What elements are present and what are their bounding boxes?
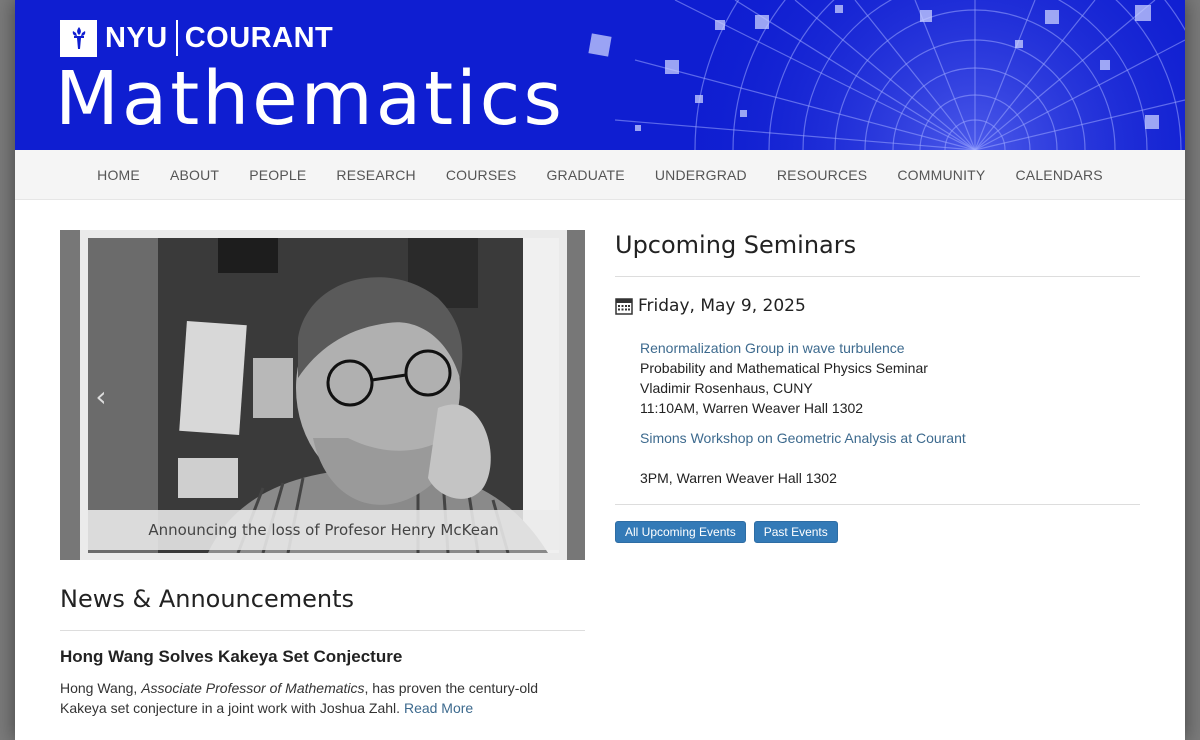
nav-item-resources[interactable]: RESOURCES	[762, 167, 882, 183]
event-speaker: Vladimir Rosenhaus, CUNY	[640, 380, 813, 396]
main-nav: HOME ABOUT PEOPLE RESEARCH COURSES GRADU…	[15, 150, 1185, 200]
header-banner: NYU COURANT Mathematics	[15, 0, 1185, 150]
news-headline[interactable]: Hong Wang Solves Kakeya Set Conjecture	[60, 647, 402, 667]
news-carousel: ‹ Announcing the loss of Profesor Henry …	[60, 230, 585, 560]
divider	[615, 276, 1140, 277]
nav-item-people[interactable]: PEOPLE	[234, 167, 321, 183]
nyu-courant-logo[interactable]: NYU COURANT	[60, 18, 333, 58]
page: NYU COURANT Mathematics HOME ABOUT PEOPL…	[15, 0, 1185, 740]
event-title-link[interactable]: Simons Workshop on Geometric Analysis at…	[640, 430, 966, 446]
logo-courant-text: COURANT	[184, 21, 334, 54]
seminar-event: Simons Workshop on Geometric Analysis at…	[640, 428, 1140, 488]
past-events-button[interactable]: Past Events	[753, 521, 838, 543]
carousel-caption[interactable]: Announcing the loss of Profesor Henry Mc…	[80, 510, 567, 550]
nav-item-courses[interactable]: COURSES	[431, 167, 532, 183]
event-series	[640, 448, 1140, 468]
site-title[interactable]: Mathematics	[55, 62, 565, 136]
calendar-icon	[615, 298, 633, 315]
nav-item-undergrad[interactable]: UNDERGRAD	[640, 167, 762, 183]
nav-item-home[interactable]: HOME	[82, 167, 155, 183]
nav-item-graduate[interactable]: GRADUATE	[531, 167, 639, 183]
seminar-date-row: Friday, May 9, 2025	[615, 296, 806, 316]
event-time-place: 3PM, Warren Weaver Hall 1302	[640, 470, 837, 486]
event-title-link[interactable]: Renormalization Group in wave turbulence	[640, 340, 905, 356]
chevron-left-icon: ‹	[95, 380, 107, 413]
seminar-event: Renormalization Group in wave turbulence…	[640, 338, 1140, 418]
portrait-illustration	[88, 238, 559, 553]
carousel-prev-button[interactable]: ‹	[88, 380, 114, 414]
logo-nyu-text: NYU	[105, 21, 168, 54]
seminar-date: Friday, May 9, 2025	[638, 296, 806, 316]
divider	[615, 504, 1140, 505]
seminar-buttons: All Upcoming Events Past Events	[615, 521, 838, 543]
news-section-title: News & Announcements	[60, 585, 354, 613]
news-body-role: Associate Professor of Mathematics	[141, 680, 365, 696]
event-series: Probability and Mathematical Physics Sem…	[640, 360, 928, 376]
nav-item-community[interactable]: COMMUNITY	[882, 167, 1000, 183]
seminars-section-title: Upcoming Seminars	[615, 231, 857, 259]
nav-item-about[interactable]: ABOUT	[155, 167, 234, 183]
news-body-start: Hong Wang,	[60, 680, 142, 696]
nav-item-research[interactable]: RESEARCH	[321, 167, 430, 183]
news-summary: Hong Wang, Associate Professor of Mathem…	[60, 678, 580, 718]
all-upcoming-events-button[interactable]: All Upcoming Events	[615, 521, 746, 543]
event-time-place: 11:10AM, Warren Weaver Hall 1302	[640, 400, 864, 416]
nav-item-calendars[interactable]: CALENDARS	[1000, 167, 1117, 183]
divider	[60, 630, 585, 631]
carousel-photo[interactable]	[88, 238, 559, 553]
nyu-torch-icon	[60, 19, 97, 57]
logo-divider	[175, 20, 178, 56]
read-more-link[interactable]: Read More	[404, 700, 473, 716]
